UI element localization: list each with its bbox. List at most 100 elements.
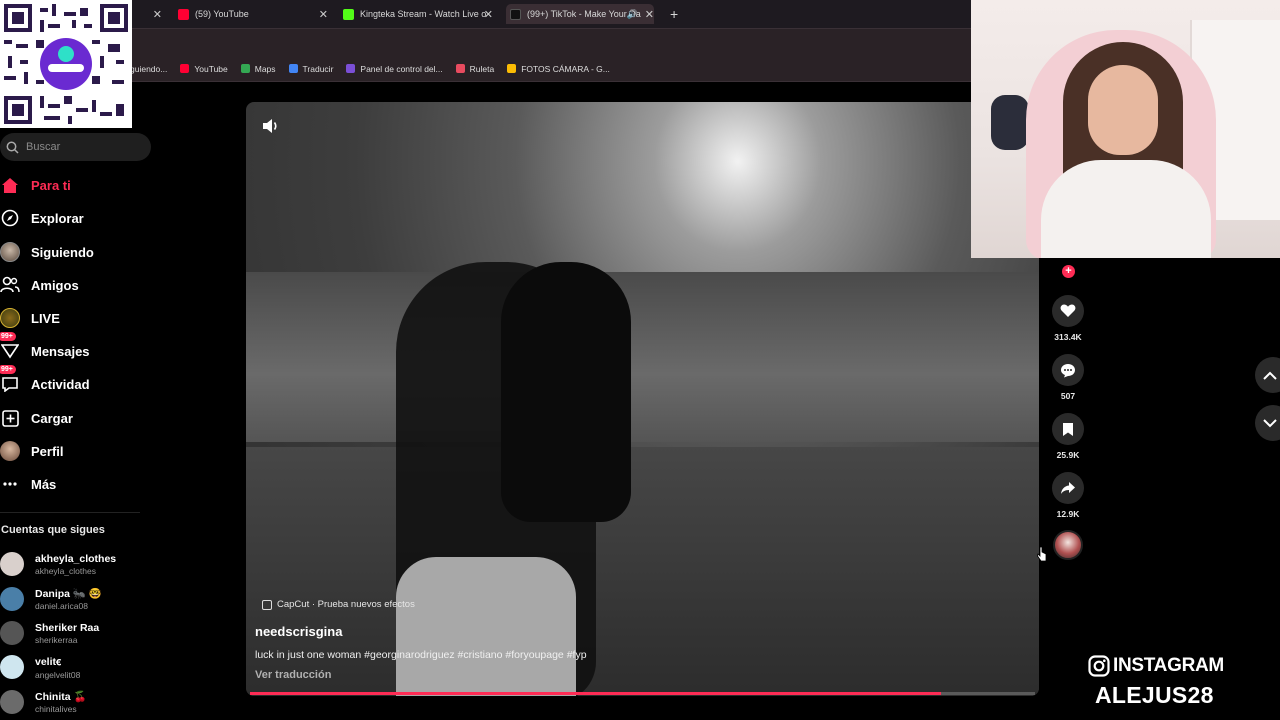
home-icon	[0, 175, 20, 195]
nav-explorar[interactable]: Explorar	[0, 206, 84, 230]
chevron-up-icon	[1263, 371, 1277, 380]
close-tab-icon[interactable]: ✕	[153, 8, 162, 21]
nav-label: Más	[31, 476, 57, 492]
browser-tab-kick[interactable]: Kingteka Stream - Watch Live o ✕	[343, 4, 493, 24]
followed-account[interactable]: Danipa 🐜 🤓 daniel.arica08	[0, 584, 140, 614]
bookmark-item[interactable]: FOTOS CÁMARA - G...	[507, 64, 610, 74]
capcut-icon	[262, 599, 272, 610]
previous-video-button[interactable]	[1255, 357, 1280, 393]
browser-tab-bar: ✕ (59) YouTube ✕ Kingteka Stream - Watch…	[130, 0, 972, 28]
live-icon	[0, 308, 20, 328]
nav-siguiendo[interactable]: Siguiendo	[0, 240, 94, 264]
nav-live[interactable]: LIVE	[0, 306, 60, 330]
divider	[0, 512, 140, 513]
drive-icon	[507, 64, 517, 73]
share-button[interactable]: 12.9K	[1052, 472, 1084, 519]
effect-tag[interactable]: CapCut · Prueba nuevos efectos	[262, 599, 415, 610]
video-frame	[501, 262, 631, 522]
avatar	[0, 552, 24, 576]
account-handle: akheyla_clothes	[35, 565, 96, 576]
instagram-icon	[1088, 655, 1110, 677]
bookmark-item[interactable]: YouTube	[180, 63, 228, 74]
youtube-icon	[178, 8, 189, 20]
like-button[interactable]: 313.4K	[1052, 295, 1084, 342]
webcam-frame	[1041, 160, 1211, 258]
followed-account[interactable]: Chinita 🍒 chinitalives	[0, 687, 140, 717]
close-tab-icon[interactable]: ✕	[484, 8, 493, 21]
account-name: Sheriker Raa	[35, 621, 100, 634]
followed-account[interactable]: Sheriker Raa sherikerraa	[0, 618, 140, 648]
bookmark-label: FOTOS CÁMARA - G...	[521, 63, 610, 74]
nav-label: Actividad	[31, 376, 90, 392]
maps-icon	[240, 64, 250, 73]
account-name: Chinita 🍒	[35, 691, 87, 703]
nav-mensajes[interactable]: 99+ Mensajes	[0, 332, 90, 363]
translate-icon	[288, 64, 298, 73]
video-frame	[396, 557, 576, 696]
close-tab-icon[interactable]: ✕	[645, 8, 654, 21]
video-author[interactable]: needscrisgina	[255, 624, 342, 639]
bookmark-item[interactable]: Traducir	[288, 64, 333, 74]
tab-title: (59) YouTube	[195, 9, 249, 19]
kick-icon	[343, 8, 354, 20]
address-bar[interactable]	[130, 28, 972, 56]
bookmark-item[interactable]: guiendo...	[130, 64, 167, 74]
tab-title: Kingteka Stream - Watch Live o	[360, 9, 487, 19]
share-count: 12.9K	[1056, 509, 1080, 519]
speaker-icon[interactable]: 🔊	[627, 9, 638, 20]
nav-mas[interactable]: Más	[0, 472, 56, 496]
like-count: 313.4K	[1054, 332, 1082, 342]
activity-icon: 99+	[0, 365, 20, 394]
nav-label: Explorar	[31, 210, 84, 226]
nav-para-ti[interactable]: Para ti	[0, 173, 71, 197]
tiktok-icon	[510, 8, 521, 20]
music-disc-avatar[interactable]	[1053, 530, 1083, 560]
following-avatar-icon	[0, 242, 20, 262]
effect-label: CapCut · Prueba nuevos efectos	[277, 599, 415, 610]
chevron-down-icon	[1263, 418, 1277, 427]
nav-cargar[interactable]: Cargar	[0, 406, 73, 430]
nav-label: Siguiendo	[31, 244, 94, 260]
followed-account[interactable]: akheyla_clothes akheyla_clothes	[0, 549, 140, 579]
messages-icon: 99+	[0, 332, 20, 361]
video-progress-fill	[250, 692, 941, 695]
volume-icon[interactable]	[262, 118, 280, 139]
webcam-frame	[1088, 65, 1158, 155]
bookmark-label: guiendo...	[130, 63, 168, 74]
profile-avatar-icon	[0, 441, 20, 461]
follow-plus-button[interactable]: +	[1062, 265, 1075, 278]
nav-label: Amigos	[31, 277, 79, 293]
nav-label: Mensajes	[31, 343, 90, 359]
friends-icon	[0, 275, 20, 295]
bookmark-label: YouTube	[194, 63, 228, 74]
new-tab-button[interactable]: +	[670, 4, 678, 24]
nav-perfil[interactable]: Perfil	[0, 439, 64, 463]
browser-tab[interactable]: ✕	[130, 4, 162, 24]
search-input[interactable]: Buscar	[0, 133, 151, 161]
bookmark-item[interactable]: Panel de control del...	[346, 64, 443, 74]
nav-actividad[interactable]: 99+ Actividad	[0, 365, 90, 396]
nav-amigos[interactable]: Amigos	[0, 273, 79, 297]
comment-icon	[1052, 354, 1084, 386]
browser-tab-tiktok[interactable]: (99+) TikTok - Make Your Da 🔊 ✕	[506, 4, 654, 24]
comment-button[interactable]: 507	[1052, 354, 1084, 401]
browser-tab-youtube[interactable]: (59) YouTube ✕	[178, 4, 328, 24]
avatar	[0, 621, 24, 645]
bookmark-item[interactable]: Maps	[240, 64, 276, 74]
bookmark-item[interactable]: Ruleta	[455, 64, 494, 74]
save-button[interactable]: 25.9K	[1052, 413, 1084, 460]
followed-account[interactable]: velitꞓ angelvelit08	[0, 652, 140, 682]
search-icon	[6, 141, 19, 154]
account-handle: sherikerraa	[35, 634, 78, 645]
bookmarks-bar: guiendo... YouTube Maps Traducir Panel de co…	[130, 56, 972, 82]
nav-label: LIVE	[31, 310, 60, 326]
close-tab-icon[interactable]: ✕	[319, 8, 328, 21]
account-name: Danipa 🐜 🤓	[35, 588, 102, 600]
notification-badge: 99+	[0, 332, 16, 341]
instagram-overlay: INSTAGRAM	[1088, 655, 1224, 677]
heart-icon	[1052, 295, 1084, 327]
nav-label: Para ti	[31, 177, 71, 193]
video-caption: luck in just one woman #georginarodrigue…	[255, 649, 587, 661]
next-video-button[interactable]	[1255, 405, 1280, 441]
translate-link[interactable]: Ver traducción	[255, 669, 331, 681]
